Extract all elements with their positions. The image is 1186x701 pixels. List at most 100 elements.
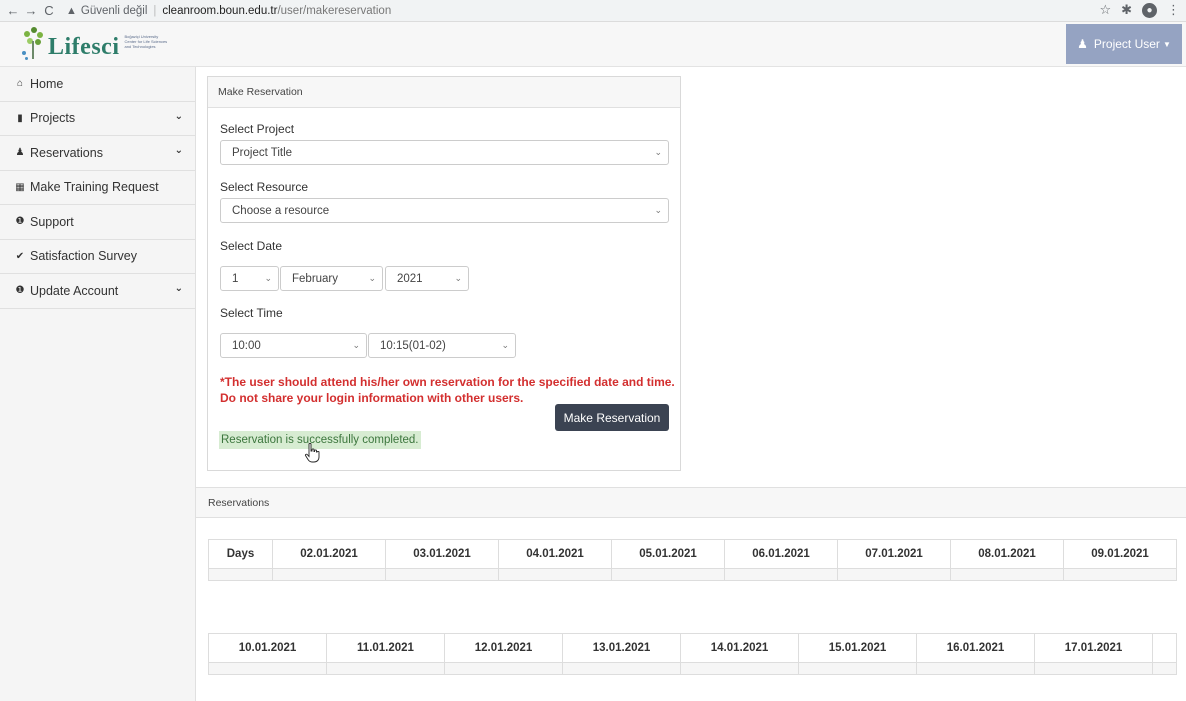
menu-dots-icon[interactable]: ⋮	[1167, 2, 1180, 18]
calendar-icon: ▦	[15, 181, 25, 193]
table-cell	[208, 662, 327, 675]
panel-title: Make Reservation	[208, 77, 680, 108]
back-arrow-icon[interactable]: ←	[4, 2, 22, 20]
home-icon: ⌂	[16, 78, 24, 90]
address-bar[interactable]: ▲ Güvenli değil | cleanroom.boun.edu.tr /…	[66, 5, 391, 17]
select-project-label: Select Project	[220, 122, 295, 136]
month-select[interactable]: February ⌄	[280, 266, 383, 291]
hand-pointer-cursor-icon	[304, 443, 320, 463]
chevron-down-icon: ⌄	[654, 205, 662, 215]
table-header-cell: 12.01.2021	[444, 633, 563, 663]
sidebar-item-reservations[interactable]: ♟ Reservations ⌄	[0, 136, 195, 171]
user-icon: ♟	[15, 147, 25, 159]
browser-toolbar: ← → C ▲ Güvenli değil | cleanroom.boun.e…	[0, 0, 1186, 22]
day-select[interactable]: 1 ⌄	[220, 266, 279, 291]
table-cell	[326, 662, 445, 675]
bookmark-star-icon[interactable]: ☆	[1099, 2, 1111, 18]
sidebar-item-label: Satisfaction Survey	[30, 249, 137, 264]
table-header-row: 10.01.2021 11.01.2021 12.01.2021 13.01.2…	[208, 633, 1177, 663]
check-circle-icon: ✔	[15, 250, 25, 262]
url-host: cleanroom.boun.edu.tr	[162, 4, 278, 17]
reload-icon[interactable]: C	[40, 2, 58, 20]
sidebar-item-label: Update Account	[30, 283, 119, 298]
table-cell	[1063, 568, 1177, 581]
chevron-down-icon: ⌄	[264, 273, 272, 283]
table-cell	[611, 568, 725, 581]
table-header-cell: 04.01.2021	[498, 539, 612, 569]
table-cell	[950, 568, 1064, 581]
sidebar-item-support[interactable]: ❶ Support	[0, 205, 195, 240]
chevron-down-icon: ⌄	[368, 273, 376, 283]
reservations-section-title: Reservations	[196, 487, 1186, 518]
info-icon: ❶	[15, 216, 25, 228]
table-cell	[444, 662, 563, 675]
warning-triangle-icon: ▲	[66, 4, 77, 17]
table-cell	[916, 662, 1035, 675]
chevron-down-icon: ⌄	[654, 147, 662, 157]
sidebar-item-label: Support	[30, 214, 74, 229]
sidebar-item-update-account[interactable]: ❶ Update Account ⌄	[0, 274, 195, 309]
logo-subtitle: Boğaziçi University Center for Life Scie…	[124, 34, 167, 49]
end-time-value: 10:15(01-02)	[380, 339, 446, 352]
year-select[interactable]: 2021 ⌄	[385, 266, 469, 291]
table-row	[208, 568, 1177, 581]
attendance-warning: *The user should attend his/her own rese…	[220, 374, 675, 406]
resource-select[interactable]: Choose a resource ⌄	[220, 198, 669, 223]
table-cell	[272, 568, 386, 581]
chevron-down-icon: ⌄	[501, 340, 509, 350]
url-separator: |	[153, 4, 157, 17]
table-header-cell: 16.01.2021	[916, 633, 1035, 663]
logo-subtitle-line: and Technologies	[124, 44, 156, 49]
table-header-cell: 14.01.2021	[680, 633, 799, 663]
table-cell	[837, 568, 951, 581]
chevron-down-icon: ⌄	[174, 283, 183, 294]
year-select-value: 2021	[397, 272, 423, 285]
table-header-cell	[1152, 633, 1177, 663]
user-icon: ♟	[1077, 37, 1088, 51]
table-cell	[680, 662, 799, 675]
tree-logo-icon	[22, 27, 44, 61]
table-cell	[562, 662, 681, 675]
url-path: /user/makereservation	[277, 4, 392, 17]
sidebar: ⌂ Home ▮ Projects ⌄ ♟ Reservations ⌄ ▦ M…	[0, 67, 196, 701]
sidebar-item-satisfaction-survey[interactable]: ✔ Satisfaction Survey	[0, 240, 195, 274]
warning-line: *The user should attend his/her own rese…	[220, 375, 675, 389]
security-status: Güvenli değil	[80, 4, 148, 17]
sidebar-item-projects[interactable]: ▮ Projects ⌄	[0, 102, 195, 136]
table-header-cell: 08.01.2021	[950, 539, 1064, 569]
table-row	[208, 662, 1177, 675]
table-cell	[208, 568, 273, 581]
chevron-down-icon: ⌄	[454, 273, 462, 283]
user-menu-label: Project User	[1093, 37, 1160, 51]
app-header: Lifesci Boğaziçi University Center for L…	[0, 22, 1186, 67]
end-time-select[interactable]: 10:15(01-02) ⌄	[368, 333, 516, 358]
table-header-cell: 15.01.2021	[798, 633, 917, 663]
select-time-label: Select Time	[220, 306, 283, 320]
table-header-cell: 10.01.2021	[208, 633, 327, 663]
table-header-cell: 07.01.2021	[837, 539, 951, 569]
start-time-select[interactable]: 10:00 ⌄	[220, 333, 367, 358]
month-select-value: February	[292, 272, 339, 285]
lifesci-logo[interactable]: Lifesci Boğaziçi University Center for L…	[22, 27, 167, 61]
table-header-cell: 05.01.2021	[611, 539, 725, 569]
sidebar-item-training-request[interactable]: ▦ Make Training Request	[0, 171, 195, 205]
make-reservation-panel: Make Reservation Select Project Project …	[207, 76, 681, 471]
make-reservation-button[interactable]: Make Reservation	[555, 404, 669, 431]
forward-arrow-icon[interactable]: →	[22, 2, 40, 20]
table-header-row: Days 02.01.2021 03.01.2021 04.01.2021 05…	[208, 539, 1177, 569]
table-header-cell: 13.01.2021	[562, 633, 681, 663]
project-select[interactable]: Project Title ⌄	[220, 140, 669, 165]
table-header-cell: 09.01.2021	[1063, 539, 1177, 569]
select-resource-label: Select Resource	[220, 180, 309, 194]
sidebar-item-label: Home	[30, 76, 64, 91]
extensions-puzzle-icon[interactable]: ✱	[1121, 2, 1132, 18]
sidebar-item-home[interactable]: ⌂ Home	[0, 67, 195, 102]
table-cell	[498, 568, 612, 581]
table-cell	[1034, 662, 1153, 675]
resource-select-value: Choose a resource	[232, 204, 330, 217]
user-menu-button[interactable]: ♟ Project User ▼	[1066, 24, 1182, 64]
profile-icon[interactable]: ●	[1142, 2, 1157, 18]
table-header-cell: 17.01.2021	[1034, 633, 1153, 663]
sidebar-item-label: Projects	[30, 111, 76, 126]
table-header-cell: 02.01.2021	[272, 539, 386, 569]
